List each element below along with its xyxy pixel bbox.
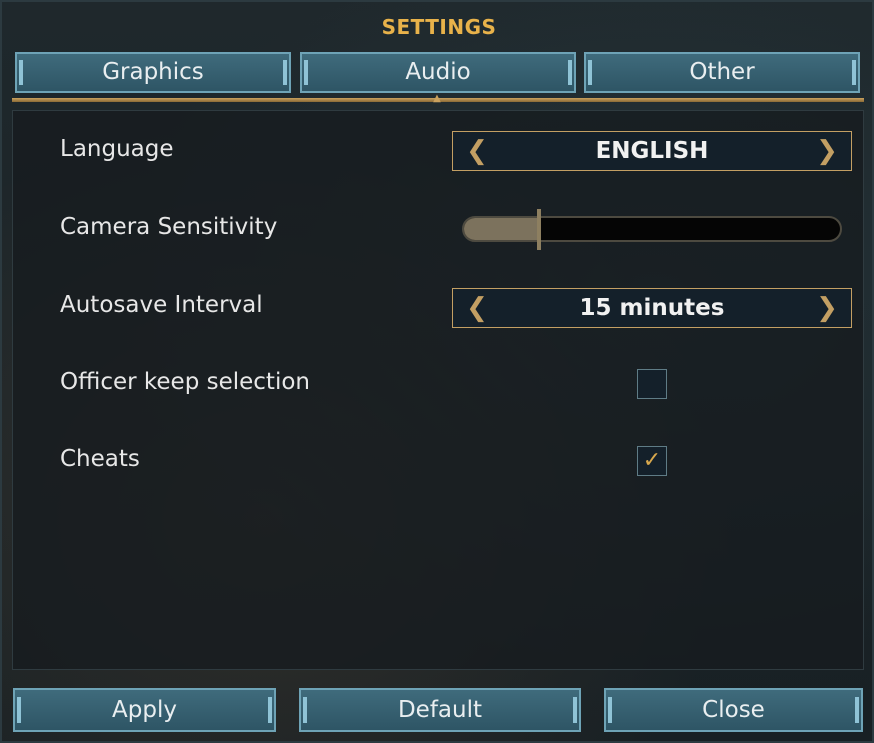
- window-title: SETTINGS: [381, 15, 497, 39]
- language-label: Language: [60, 136, 174, 162]
- apply-button[interactable]: Apply: [13, 688, 276, 732]
- checkmark-icon: ✓: [642, 448, 662, 473]
- autosave-interval-label: Autosave Interval: [60, 292, 263, 318]
- slider-fill: [464, 218, 539, 240]
- language-value: ENGLISH: [595, 138, 709, 164]
- cheats-checkbox[interactable]: ✓: [637, 446, 667, 476]
- chevron-right-icon[interactable]: ❯: [809, 289, 845, 327]
- chevron-right-icon[interactable]: ❯: [809, 132, 845, 170]
- cheats-label: Cheats: [60, 446, 140, 472]
- slider-handle[interactable]: [537, 209, 541, 250]
- tab-audio[interactable]: Audio: [300, 52, 576, 93]
- settings-window: SETTINGS Graphics Audio Other ▲ Language…: [0, 0, 874, 743]
- camera-sensitivity-label: Camera Sensitivity: [60, 214, 278, 240]
- officer-keep-selection-label: Officer keep selection: [60, 369, 310, 395]
- camera-sensitivity-slider[interactable]: [462, 216, 842, 242]
- divider-ornament-icon: ▲: [433, 93, 441, 104]
- officer-keep-selection-checkbox[interactable]: [637, 369, 667, 399]
- close-button[interactable]: Close: [604, 688, 863, 732]
- default-button[interactable]: Default: [299, 688, 581, 732]
- language-selector: ❮ ENGLISH ❯: [452, 131, 852, 171]
- autosave-interval-value: 15 minutes: [579, 295, 725, 321]
- tab-other[interactable]: Other: [584, 52, 860, 93]
- autosave-interval-selector: ❮ 15 minutes ❯: [452, 288, 852, 328]
- tab-graphics[interactable]: Graphics: [15, 52, 291, 93]
